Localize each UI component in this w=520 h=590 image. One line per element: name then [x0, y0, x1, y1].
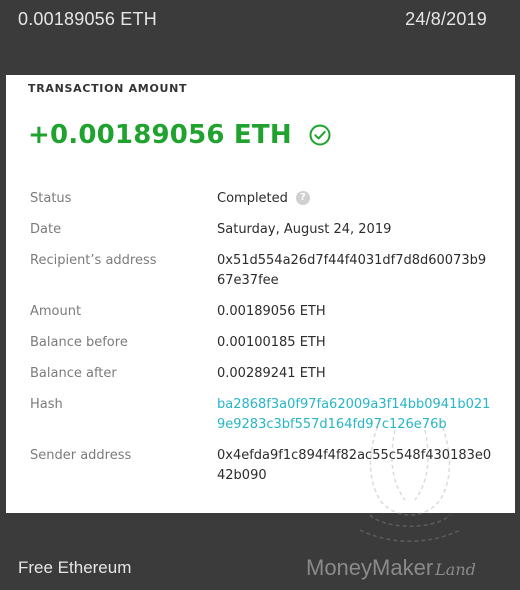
question-circle-icon[interactable]: ?	[295, 190, 310, 205]
amount-row: +0.00189056 ETH	[28, 117, 332, 153]
brand-logo-main: MoneyMaker	[306, 555, 434, 580]
recipient-label: Recipient’s address	[30, 253, 157, 268]
recipient-address: 0x51d554a26d7f44f4031df7d8d60073b967e37f…	[217, 253, 487, 288]
section-label: TRANSACTION AMOUNT	[28, 82, 188, 95]
detail-row-date: Date Saturday, August 24, 2019	[30, 220, 500, 251]
amount-value: 0.00189056 ETH	[217, 304, 326, 319]
date-label: Date	[30, 222, 62, 237]
page: 0.00189056 ETH 24/8/2019 TRANSACTION AMO…	[0, 0, 520, 590]
status-label: Status	[30, 191, 72, 206]
detail-row-hash: Hash ba2868f3a0f97fa62009a3f14bb0941b021…	[30, 395, 500, 446]
date-value: Saturday, August 24, 2019	[217, 222, 392, 237]
detail-row-balance-before: Balance before 0.00100185 ETH	[30, 333, 500, 364]
brand-logo: MoneyMaker Land	[306, 555, 476, 581]
balance-before-label: Balance before	[30, 335, 128, 350]
balance-before-value: 0.00100185 ETH	[217, 335, 326, 350]
status-value: Completed?	[217, 189, 492, 220]
check-circle-icon	[308, 123, 332, 147]
balance-after-label: Balance after	[30, 366, 117, 381]
detail-row-sender: Sender address 0x4efda9f1c894f4f82ac55c5…	[30, 446, 500, 497]
brand-logo-suffix: Land	[435, 560, 476, 579]
top-date: 24/8/2019	[405, 9, 487, 29]
detail-row-status: Status Completed?	[30, 189, 500, 220]
detail-row-amount: Amount 0.00189056 ETH	[30, 302, 500, 333]
detail-row-balance-after: Balance after 0.00289241 ETH	[30, 364, 500, 395]
transaction-card: TRANSACTION AMOUNT +0.00189056 ETH Statu…	[6, 75, 515, 513]
top-amount: 0.00189056 ETH	[18, 9, 157, 29]
top-bar: 0.00189056 ETH 24/8/2019	[0, 0, 520, 40]
sender-address: 0x4efda9f1c894f4f82ac55c548f430183e042b0…	[217, 448, 492, 483]
status-text: Completed	[217, 191, 288, 206]
amount-label: Amount	[30, 304, 82, 319]
sender-label: Sender address	[30, 448, 132, 463]
transaction-amount: +0.00189056 ETH	[28, 120, 292, 150]
detail-row-recipient: Recipient’s address 0x51d554a26d7f44f403…	[30, 251, 500, 302]
footer-text: Free Ethereum	[18, 558, 132, 577]
balance-after-value: 0.00289241 ETH	[217, 366, 326, 381]
details-list: Status Completed? Date Saturday, August …	[30, 189, 500, 497]
hash-label: Hash	[30, 397, 63, 412]
hash-link[interactable]: ba2868f3a0f97fa62009a3f14bb0941b0219e928…	[217, 395, 492, 446]
